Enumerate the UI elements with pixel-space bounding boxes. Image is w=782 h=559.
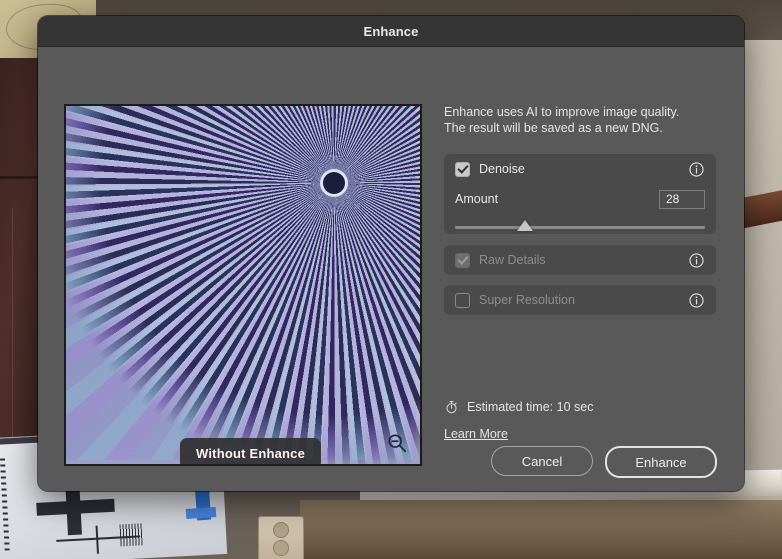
- background-wall-outlet: [258, 516, 304, 559]
- amount-value-field[interactable]: 28: [659, 189, 705, 209]
- super-resolution-row[interactable]: Super Resolution: [444, 285, 716, 315]
- sensor-noise-overlay: [66, 106, 416, 460]
- background-blue-tape-two: [185, 506, 217, 520]
- outlet-socket-top: [273, 522, 289, 538]
- dialog-body: Without Enhance Enhance uses AI to impro…: [38, 47, 744, 491]
- raw-details-info-circle-icon[interactable]: [688, 252, 705, 269]
- estimated-time-text: Estimated time: 10 sec: [467, 400, 594, 414]
- enhance-dialog: Enhance Without Enhance Enhance uses AI …: [38, 16, 744, 491]
- dialog-titlebar: Enhance: [38, 16, 744, 47]
- without-enhance-badge: Without Enhance: [180, 438, 322, 464]
- cancel-button[interactable]: Cancel: [491, 446, 593, 476]
- amount-slider[interactable]: [455, 220, 705, 234]
- learn-more-link[interactable]: Learn More: [444, 427, 508, 441]
- super-resolution-panel: Super Resolution: [444, 285, 716, 315]
- intro-text: Enhance uses AI to improve image quality…: [444, 105, 680, 135]
- super-resolution-checkbox[interactable]: [455, 292, 470, 308]
- chart-ruler: [0, 458, 10, 551]
- enhance-button[interactable]: Enhance: [605, 446, 717, 478]
- amount-slider-thumb[interactable]: [517, 220, 533, 231]
- chart-crosshair-four: [95, 525, 100, 554]
- raw-details-checkbox[interactable]: [455, 252, 470, 268]
- amount-label: Amount: [455, 192, 499, 206]
- image-preview[interactable]: Without Enhance: [64, 104, 422, 466]
- denoise-amount-row: Amount 28: [444, 184, 716, 212]
- magnifier-minus-icon[interactable]: [386, 432, 408, 454]
- dialog-title: Enhance: [363, 23, 419, 39]
- denoise-checkbox[interactable]: [455, 161, 470, 177]
- raw-details-label: Raw Details: [479, 253, 546, 267]
- super-resolution-label: Super Resolution: [479, 293, 575, 307]
- outlet-socket-bottom: [273, 540, 289, 556]
- desktop-background: Enhance Without Enhance Enhance uses AI …: [0, 0, 782, 559]
- starburst-center: [323, 172, 345, 194]
- stopwatch-icon: [444, 399, 459, 415]
- raw-details-row[interactable]: Raw Details: [444, 245, 716, 275]
- dialog-footer: Cancel Enhance: [491, 446, 717, 478]
- denoise-row[interactable]: Denoise: [444, 154, 716, 184]
- background-floor: [300, 500, 782, 559]
- amount-slider-track[interactable]: [455, 226, 705, 229]
- super-resolution-info-circle-icon[interactable]: [688, 292, 705, 309]
- denoise-label: Denoise: [479, 162, 525, 176]
- options-column: Enhance uses AI to improve image quality…: [444, 104, 716, 443]
- chart-fine-lines-bottom: [119, 523, 143, 547]
- denoise-panel: Denoise Amount 28: [444, 154, 716, 234]
- denoise-info-circle-icon[interactable]: [688, 161, 705, 178]
- estimated-time: Estimated time: 10 sec: [444, 399, 716, 415]
- raw-details-panel: Raw Details: [444, 245, 716, 275]
